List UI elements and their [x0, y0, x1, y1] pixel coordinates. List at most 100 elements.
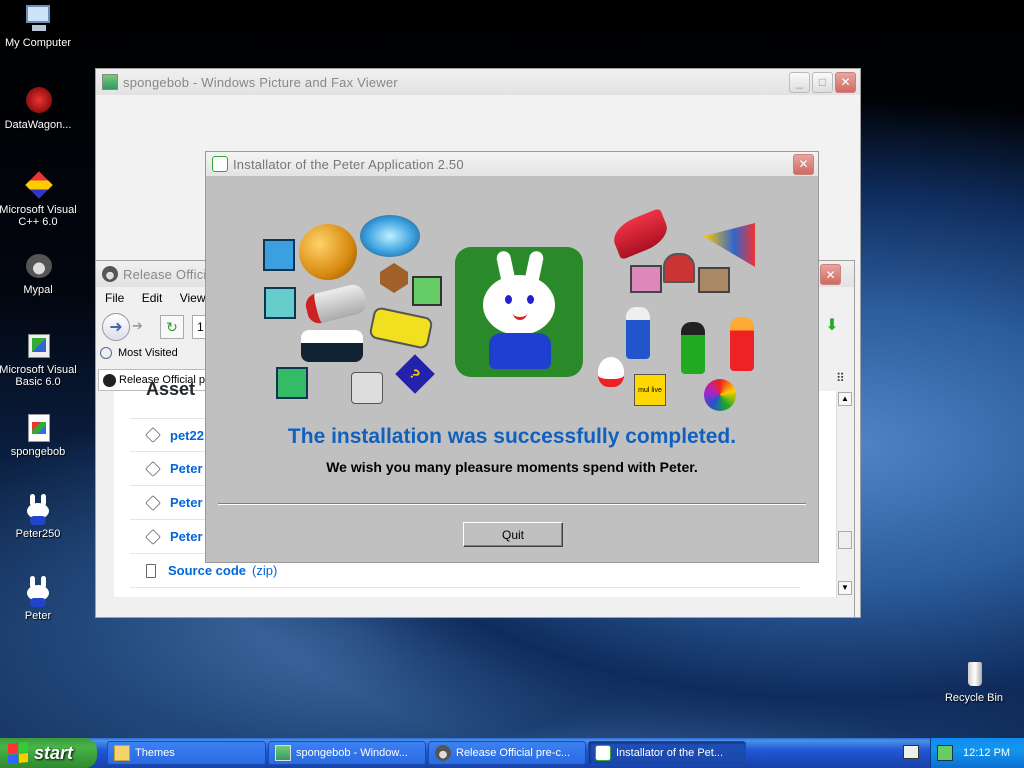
package-icon: [145, 427, 161, 443]
desktop-icon-label: Peter250: [15, 528, 61, 540]
network-icon[interactable]: [937, 745, 953, 761]
chest-icon: [698, 267, 730, 293]
forward-button[interactable]: ➔: [132, 318, 150, 336]
jukebox-icon: [663, 253, 695, 283]
minimize-button[interactable]: _: [789, 71, 810, 93]
bunny-icon: [212, 156, 228, 172]
scroll-up-button[interactable]: ▲: [838, 392, 852, 406]
installer-close-button[interactable]: ✕: [793, 153, 814, 175]
scrollbar[interactable]: ▲ ▼: [836, 391, 853, 598]
desktop-icon-my-computer[interactable]: My Computer: [0, 3, 78, 49]
desktop-icon-peter[interactable]: Peter: [0, 576, 78, 622]
download-arrow-icon: ⬇: [825, 317, 839, 334]
installer-window[interactable]: Installator of the Peter Application 2.5…: [205, 151, 819, 563]
start-button[interactable]: start: [0, 738, 97, 768]
taskbar-item-installator[interactable]: Installator of the Pet...: [588, 741, 746, 765]
astronaut-blue-icon: [626, 307, 650, 359]
installer-title: Installator of the Peter Application 2.5…: [233, 156, 464, 172]
package-icon: [145, 528, 161, 545]
bunny-dress: [489, 333, 551, 369]
bunny-head: [483, 275, 555, 335]
police-car-icon: [301, 330, 363, 362]
menu-file[interactable]: File: [105, 291, 124, 305]
asset-link[interactable]: pet22: [170, 428, 204, 443]
clock-icon: [351, 372, 383, 404]
address-text: 1: [197, 320, 204, 334]
installer-body: ? mul live The installation was successf…: [208, 177, 816, 560]
desktop-icon-label: Peter: [24, 610, 52, 622]
folder-icon: [263, 239, 295, 271]
ufo-icon: [360, 215, 420, 257]
zip-file-icon: [146, 563, 156, 578]
raccoon-icon: [102, 266, 118, 282]
maximize-button[interactable]: □: [812, 71, 833, 93]
image-file-icon: [22, 412, 54, 444]
installer-titlebar[interactable]: Installator of the Peter Application 2.5…: [206, 152, 818, 176]
source-code-link[interactable]: Source code: [168, 563, 246, 578]
browser-close-button[interactable]: ✕: [820, 264, 841, 285]
sticker-icon: mul live: [634, 374, 666, 406]
browser-window-buttons: ✕: [818, 264, 841, 285]
task-label: Themes: [135, 747, 175, 759]
tab-list-icon[interactable]: ⠿: [836, 371, 845, 385]
quit-button[interactable]: Quit: [463, 522, 563, 547]
visual-basic-icon: [22, 330, 54, 362]
desktop-icon-label: Microsoft Visual C++ 6.0: [0, 204, 77, 228]
back-button[interactable]: ➜: [102, 313, 130, 341]
desktop-icon-mypal[interactable]: Mypal: [0, 250, 78, 296]
astronaut-red-icon: [730, 317, 754, 371]
palette-icon: [704, 379, 736, 411]
reload-icon: ↻: [166, 318, 178, 335]
windows-flag-icon: [8, 741, 28, 765]
package-icon: [145, 494, 161, 511]
source-code-suffix[interactable]: (zip): [252, 563, 277, 578]
asset-link[interactable]: Peter: [170, 461, 203, 476]
asset-link[interactable]: Peter: [170, 529, 203, 544]
clock[interactable]: 12:12 PM: [963, 747, 1010, 759]
assets-heading: Asset: [146, 379, 196, 399]
desktop-icon-spongebob[interactable]: spongebob: [0, 412, 78, 458]
keyboard-icon[interactable]: [903, 745, 919, 759]
download-button[interactable]: ⬇: [820, 315, 844, 339]
rocket-icon: [608, 207, 673, 261]
bunny-eye: [505, 295, 512, 304]
raccoon-icon: [435, 745, 451, 761]
projector-icon: [630, 265, 662, 293]
arrow-left-icon: ➜: [109, 319, 123, 336]
datawagon-icon: [22, 85, 54, 117]
desktop-icon-datawagon[interactable]: DataWagon...: [0, 85, 78, 131]
menu-edit[interactable]: Edit: [142, 291, 163, 305]
browser-menubar: File Edit View: [105, 291, 220, 305]
asset-link[interactable]: Peter: [170, 495, 203, 510]
menu-view[interactable]: View: [180, 291, 206, 305]
taxi-icon: [368, 306, 434, 350]
taskbar-item-spongebob[interactable]: spongebob - Window...: [268, 741, 426, 765]
scroll-thumb[interactable]: [838, 531, 852, 549]
desktop-icon-visual-basic[interactable]: Microsoft Visual Basic 6.0: [0, 330, 78, 388]
recycle-bin-icon: [958, 658, 990, 690]
bunny-icon: [595, 745, 611, 761]
task-label: Installator of the Pet...: [616, 747, 724, 759]
picture-viewer-icon: [102, 74, 118, 90]
bookmark-most-visited[interactable]: Most Visited: [118, 347, 178, 359]
close-button[interactable]: ✕: [835, 71, 856, 93]
desktop-icon-visual-cpp[interactable]: Microsoft Visual C++ 6.0: [0, 170, 78, 228]
picture-viewer-titlebar[interactable]: spongebob - Windows Picture and Fax View…: [96, 69, 860, 95]
task-label: spongebob - Window...: [296, 747, 408, 759]
scroll-down-button[interactable]: ▼: [838, 581, 852, 595]
start-label: start: [34, 742, 74, 763]
success-message: The installation was successfully comple…: [287, 425, 737, 448]
taskbar-item-themes[interactable]: Themes: [107, 741, 266, 765]
small-bunny-icon: [598, 357, 624, 387]
bookmarks-bar: Most Visited: [100, 347, 178, 359]
reload-button[interactable]: ↻: [160, 315, 184, 339]
folder-icon: [114, 745, 130, 761]
taskbar-item-release[interactable]: Release Official pre-c...: [428, 741, 586, 765]
desktop-icon-peter250[interactable]: Peter250: [0, 494, 78, 540]
desktop-icon-recycle-bin[interactable]: Recycle Bin: [934, 658, 1014, 704]
desktop-icon-label: Recycle Bin: [944, 692, 1004, 704]
moon-icon: [299, 224, 357, 280]
computer-icon: [22, 3, 54, 35]
sticker-text: mul live: [638, 387, 662, 394]
picture-viewer-icon: [275, 745, 291, 761]
